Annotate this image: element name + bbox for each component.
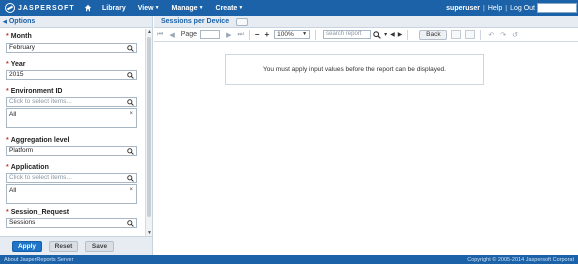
last-page-icon[interactable]: ⏭ — [237, 31, 243, 39]
nav-create[interactable]: Create ▼ — [216, 5, 244, 12]
save-button[interactable]: Save — [85, 240, 114, 252]
report-message: You must apply input values before the r… — [225, 54, 484, 85]
selected-item[interactable]: All — [9, 187, 16, 194]
clear-icon[interactable]: × — [129, 111, 133, 117]
required-marker: * — [6, 61, 9, 68]
page-number-input[interactable] — [200, 30, 221, 39]
search-prev-icon[interactable]: ◀ — [390, 31, 395, 38]
collapse-icon[interactable]: ◀ — [3, 19, 7, 25]
param-label-application: * Application — [6, 164, 49, 171]
save-icon[interactable] — [451, 30, 462, 39]
param-label-aggregation-level: * Aggregation level — [6, 137, 70, 144]
aggregation-level-field[interactable]: Platform — [6, 146, 137, 156]
home-icon[interactable] — [84, 4, 92, 12]
options-panel: ◀ Options * Month February * Year 2015 * En… — [0, 16, 153, 255]
reset-button[interactable]: Reset — [49, 240, 78, 252]
options-header[interactable]: ◀ Options — [0, 16, 152, 28]
search-icon[interactable] — [373, 30, 381, 39]
required-marker: * — [6, 88, 9, 95]
params-list: * Month February * Year 2015 * Environment … — [0, 29, 145, 236]
month-field[interactable]: February — [6, 43, 137, 53]
clear-icon[interactable]: × — [129, 187, 133, 193]
apply-button[interactable]: Apply — [12, 240, 42, 252]
year-field[interactable]: 2015 — [6, 70, 137, 80]
chevron-down-icon: ▼ — [302, 31, 308, 37]
param-label-month: * Month — [6, 33, 32, 40]
zoom-in-icon[interactable]: + — [264, 30, 269, 39]
undo-all-icon[interactable]: ↺ — [512, 31, 518, 39]
divider: | — [505, 4, 508, 12]
copyright: Copyright © 2005-2014 Jaspersoft Corpora… — [467, 256, 574, 263]
logout-link[interactable]: Log Out — [510, 5, 535, 12]
required-marker: * — [6, 137, 9, 144]
divider — [407, 29, 409, 40]
report-title: Sessions per Device — [161, 18, 230, 25]
divider — [315, 29, 317, 40]
report-search-input[interactable]: search report — [323, 30, 372, 39]
report-title-bar: Sessions per Device — [154, 16, 578, 28]
application-selected-list[interactable]: All × — [6, 184, 137, 204]
search-icon[interactable] — [127, 45, 134, 52]
params-scrollbar[interactable]: ▲ ▼ — [145, 29, 152, 236]
help-link[interactable]: Help — [488, 5, 502, 12]
footer: About JasperReports Server Copyright © 2… — [0, 255, 578, 264]
search-next-icon[interactable]: ▶ — [398, 31, 403, 38]
environment-id-selected-list[interactable]: All × — [6, 108, 137, 128]
search-icon[interactable] — [127, 72, 134, 79]
options-title: Options — [8, 18, 36, 25]
search-options-icon[interactable]: ▾ — [384, 31, 387, 38]
user-area: superuser | Help | Log Out — [446, 0, 535, 16]
environment-id-select[interactable]: Click to select items... — [6, 97, 137, 107]
page-label: Page — [180, 31, 198, 38]
divider — [480, 29, 482, 40]
param-label-environment-id: * Environment ID — [6, 88, 63, 95]
options-actions: Apply Reset Save — [0, 236, 152, 255]
nav-manage[interactable]: Manage ▼ — [172, 5, 204, 12]
zoom-out-icon[interactable]: − — [255, 30, 260, 39]
chevron-down-icon: ▼ — [198, 5, 204, 11]
next-page-icon[interactable]: ▶ — [226, 31, 231, 39]
param-label-year: * Year — [6, 61, 26, 68]
refresh-icon[interactable] — [236, 17, 249, 26]
top-bar: JASPERSOFT Library View ▼ Manage ▼ Create ▼… — [0, 0, 578, 16]
selected-item[interactable]: All — [9, 111, 16, 118]
nav-library[interactable]: Library — [102, 5, 126, 12]
scroll-thumb[interactable] — [147, 37, 151, 217]
divider: | — [483, 4, 485, 12]
search-icon[interactable] — [127, 99, 134, 106]
required-marker: * — [6, 33, 9, 40]
scroll-up-icon[interactable]: ▲ — [147, 29, 152, 35]
back-button[interactable]: Back — [419, 29, 448, 40]
nav-view[interactable]: View ▼ — [138, 5, 160, 12]
application-select[interactable]: Click to select items... — [6, 173, 137, 183]
chevron-down-icon: ▼ — [154, 5, 160, 11]
undo-icon[interactable]: ↶ — [488, 31, 494, 39]
search-icon[interactable] — [127, 175, 134, 182]
divider — [248, 29, 250, 40]
param-label-session-request: * Session_Request — [6, 209, 70, 216]
session-request-field[interactable]: Sessions — [6, 218, 137, 228]
required-marker: * — [6, 209, 9, 216]
prev-page-icon[interactable]: ◀ — [169, 31, 174, 39]
brand-logo[interactable]: JASPERSOFT — [0, 3, 84, 13]
export-icon[interactable] — [465, 30, 476, 39]
search-icon[interactable] — [127, 220, 134, 227]
report-toolbar: ⏮ ◀ Page ▶ ⏭ − + 100% ▼ search report ▾ ◀… — [154, 28, 578, 42]
brand-name: JASPERSOFT — [18, 4, 75, 12]
zoom-select[interactable]: 100% ▼ — [274, 30, 311, 39]
username[interactable]: superuser — [446, 5, 480, 12]
chevron-down-icon: ▼ — [238, 5, 244, 11]
report-message-text: You must apply input values before the r… — [263, 66, 446, 73]
search-icon[interactable] — [127, 148, 134, 155]
main-nav: Library View ▼ Manage ▼ Create ▼ — [84, 4, 255, 12]
report-panel: Sessions per Device ⏮ ◀ Page ▶ ⏭ − + 100… — [154, 16, 578, 255]
first-page-icon[interactable]: ⏮ — [157, 31, 163, 39]
redo-icon[interactable]: ↷ — [500, 31, 506, 39]
global-search-input[interactable] — [537, 3, 577, 13]
required-marker: * — [6, 164, 9, 171]
logo-icon — [5, 3, 15, 13]
about-link[interactable]: About JasperReports Server — [4, 257, 73, 263]
